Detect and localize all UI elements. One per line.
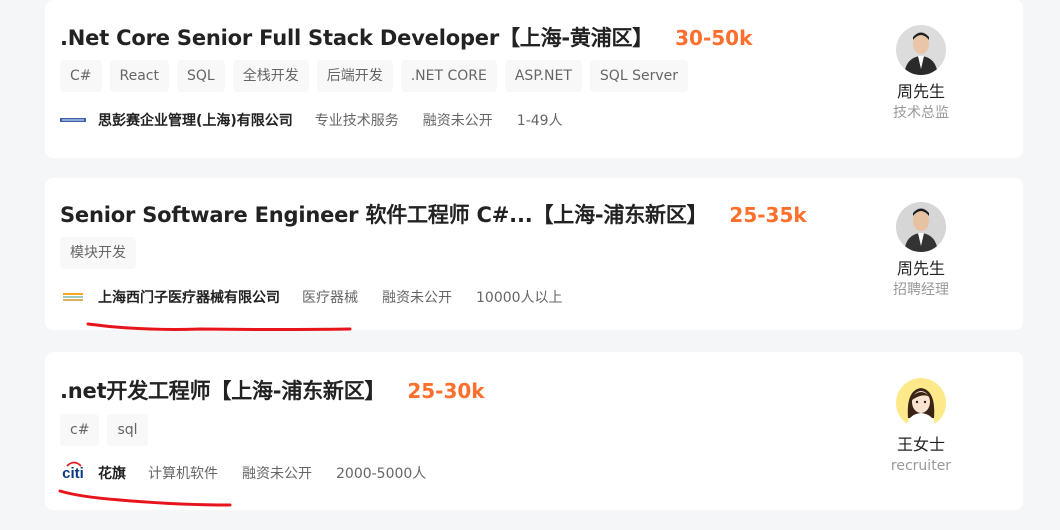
avatar[interactable] bbox=[896, 378, 946, 428]
company-funding: 融资未公开 bbox=[382, 290, 452, 306]
skill-tag: SQL bbox=[177, 60, 225, 92]
recruiter-name: 王女士 bbox=[896, 435, 945, 454]
company-name[interactable]: 思彭赛企业管理(上海)有限公司 bbox=[98, 110, 293, 130]
skill-tag: c# bbox=[60, 414, 100, 446]
company-row: citi 花旗 计算机软件 融资未公开 2000-5000人 bbox=[60, 461, 450, 483]
job-title[interactable]: .net开发工程师【上海-浦东新区】 bbox=[60, 375, 386, 405]
skill-tag: SQL Server bbox=[589, 60, 688, 92]
job-card[interactable]: .Net Core Senior Full Stack Developer【上海… bbox=[45, 0, 1023, 158]
skill-tag: sql bbox=[107, 414, 148, 446]
skill-tag: C# bbox=[60, 60, 102, 92]
recruiter-role: recruiter bbox=[890, 458, 952, 474]
company-industry: 专业技术服务 bbox=[314, 113, 399, 129]
job-card[interactable]: .net开发工程师【上海-浦东新区】 25-30k c# sql citi 花旗… bbox=[45, 352, 1023, 510]
company-industry: 计算机软件 bbox=[148, 466, 218, 482]
company-size: 10000人以上 bbox=[476, 290, 563, 306]
salary: 25-30k bbox=[407, 379, 485, 403]
avatar[interactable] bbox=[896, 25, 946, 75]
job-title-row: .Net Core Senior Full Stack Developer【上海… bbox=[60, 22, 752, 52]
recruiter-info[interactable]: 王女士 recruiter bbox=[881, 378, 961, 476]
skill-tags: c# sql bbox=[60, 414, 148, 446]
skill-tag: React bbox=[109, 60, 169, 92]
recruiter-info[interactable]: 周先生 招聘经理 bbox=[881, 202, 961, 300]
company-name[interactable]: 上海西门子医疗器械有限公司 bbox=[98, 287, 280, 307]
skill-tags: C# React SQL 全栈开发 后端开发 .NET CORE ASP.NET… bbox=[60, 60, 688, 92]
company-name[interactable]: 花旗 bbox=[98, 463, 126, 483]
recruiter-role: 技术总监 bbox=[893, 105, 949, 121]
company-industry: 医疗器械 bbox=[302, 290, 358, 306]
company-funding: 融资未公开 bbox=[422, 113, 493, 129]
citi-logo-text: citi bbox=[62, 464, 84, 482]
skill-tag: 模块开发 bbox=[60, 237, 136, 269]
company-logo[interactable]: citi bbox=[60, 461, 86, 482]
company-size: 2000-5000人 bbox=[336, 466, 427, 482]
job-card[interactable]: Senior Software Engineer 软件工程师 C#...【上海-… bbox=[45, 178, 1023, 330]
company-row: 上海西门子医疗器械有限公司 医疗器械 融资未公开 10000人以上 bbox=[60, 287, 587, 307]
skill-tag: 全栈开发 bbox=[232, 60, 309, 92]
recruiter-name: 周先生 bbox=[896, 259, 945, 278]
skill-tag: 后端开发 bbox=[316, 60, 393, 92]
job-title[interactable]: Senior Software Engineer 软件工程师 C#...【上海-… bbox=[60, 199, 708, 229]
salary: 30-50k bbox=[675, 26, 753, 50]
company-logo[interactable] bbox=[60, 112, 86, 128]
recruiter-role: 招聘经理 bbox=[893, 282, 949, 298]
company-logo[interactable] bbox=[60, 289, 86, 305]
company-size: 1-49人 bbox=[516, 113, 563, 129]
skill-tag: .NET CORE bbox=[400, 60, 497, 92]
company-row: 思彭赛企业管理(上海)有限公司 专业技术服务 融资未公开 1-49人 bbox=[60, 110, 587, 130]
salary: 25-35k bbox=[729, 203, 807, 227]
recruiter-name: 周先生 bbox=[896, 82, 945, 101]
skill-tag: ASP.NET bbox=[504, 60, 582, 92]
company-funding: 融资未公开 bbox=[242, 466, 312, 482]
recruiter-info[interactable]: 周先生 技术总监 bbox=[881, 25, 961, 123]
avatar[interactable] bbox=[896, 202, 946, 252]
job-title-row: .net开发工程师【上海-浦东新区】 25-30k bbox=[60, 375, 485, 405]
skill-tags: 模块开发 bbox=[60, 237, 136, 269]
job-title[interactable]: .Net Core Senior Full Stack Developer【上海… bbox=[60, 22, 653, 52]
job-title-row: Senior Software Engineer 软件工程师 C#...【上海-… bbox=[60, 199, 807, 229]
